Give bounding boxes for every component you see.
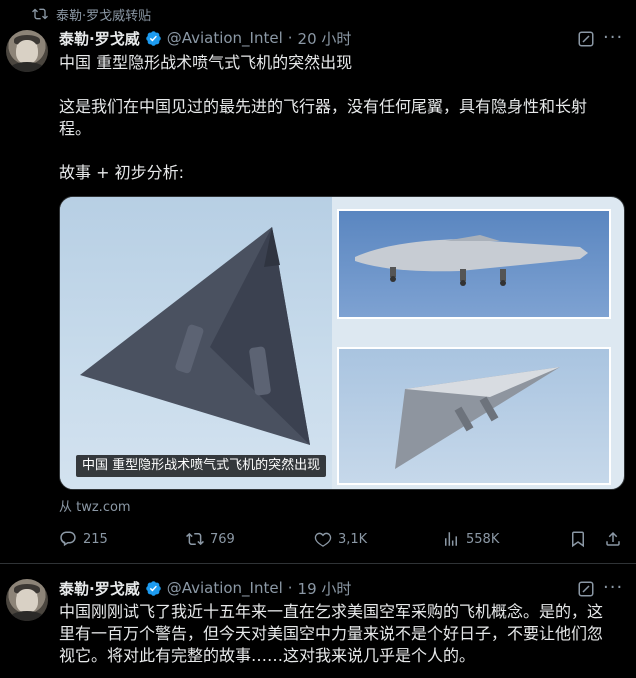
tweet-header: 泰勒·罗戈威 @Aviation_Intel · 19 小时	[59, 578, 351, 598]
media-caption: 中国 重型隐形战术喷气式飞机的突然出现	[76, 455, 327, 477]
tweet-text-line: 视它。将对此有完整的故事……这对我来说几乎是个人的。	[59, 646, 476, 665]
author-handle[interactable]: @Aviation_Intel	[167, 29, 283, 47]
avatar[interactable]	[6, 30, 48, 72]
repost-icon	[186, 532, 204, 546]
timestamp[interactable]: 19 小时	[298, 578, 352, 599]
author-name[interactable]: 泰勒·罗戈威	[59, 578, 140, 599]
grok-icon[interactable]	[577, 580, 595, 598]
share-button[interactable]	[604, 529, 622, 549]
reply-button[interactable]: 215	[59, 529, 108, 549]
repost-label: 泰勒·罗戈威转贴	[56, 8, 152, 24]
verified-badge-icon	[145, 580, 161, 596]
grok-icon[interactable]	[577, 30, 595, 48]
reply-count: 215	[83, 531, 108, 547]
aircraft-silhouette-main	[80, 227, 310, 445]
aircraft-photo-below	[337, 347, 611, 485]
tweet-actions: 215 769 3,1K 558K	[59, 529, 623, 549]
repost-icon	[32, 8, 48, 20]
tweet-text-line: 程。	[59, 119, 92, 138]
tweet-text-line: 这是我们在中国见过的最先进的飞行器，没有任何尾翼，具有隐身性和长射	[59, 97, 588, 116]
tweet-text-line: 故事 + 初步分析:	[59, 163, 184, 182]
like-count: 3,1K	[338, 531, 368, 547]
more-icon[interactable]: ···	[603, 579, 623, 597]
like-button[interactable]: 3,1K	[314, 529, 367, 549]
views-icon	[445, 532, 457, 546]
bookmark-icon	[572, 531, 584, 548]
views-count: 558K	[466, 531, 500, 547]
more-icon[interactable]: ···	[603, 29, 623, 47]
tweet-header: 泰勒·罗戈威 @Aviation_Intel · 20 小时	[59, 28, 351, 48]
link-source[interactable]: 从 twz.com	[59, 496, 131, 515]
separator-dot: ·	[287, 29, 293, 47]
tweet-text-line: 中国刚刚试飞了我近十五年来一直在乞求美国空军采购的飞机概念。是的，这	[59, 602, 604, 621]
link-card-media[interactable]: 中国 重型隐形战术喷气式飞机的突然出现	[59, 196, 625, 490]
author-name[interactable]: 泰勒·罗戈威	[59, 28, 140, 49]
heart-icon	[314, 532, 332, 547]
views-button[interactable]: 558K	[442, 529, 499, 549]
share-icon	[606, 531, 620, 546]
bookmark-button[interactable]	[569, 529, 587, 549]
author-handle[interactable]: @Aviation_Intel	[167, 579, 283, 597]
verified-badge-icon	[145, 30, 161, 46]
repost-indicator[interactable]: 泰勒·罗戈威转贴	[32, 4, 151, 24]
aircraft-photo-side	[337, 209, 611, 319]
repost-button[interactable]: 769	[186, 529, 235, 549]
reply-icon	[60, 531, 76, 547]
tweet-divider	[0, 563, 636, 564]
tweet-text-line: 里有一百万个警告，但今天对美国空中力量来说不是个好日子，不要让他们忽	[59, 624, 604, 643]
avatar[interactable]	[6, 579, 48, 621]
repost-count: 769	[210, 531, 235, 547]
timestamp[interactable]: 20 小时	[298, 28, 352, 49]
tweet-text-line: 中国 重型隐形战术喷气式飞机的突然出现	[59, 53, 353, 72]
separator-dot: ·	[287, 579, 293, 597]
